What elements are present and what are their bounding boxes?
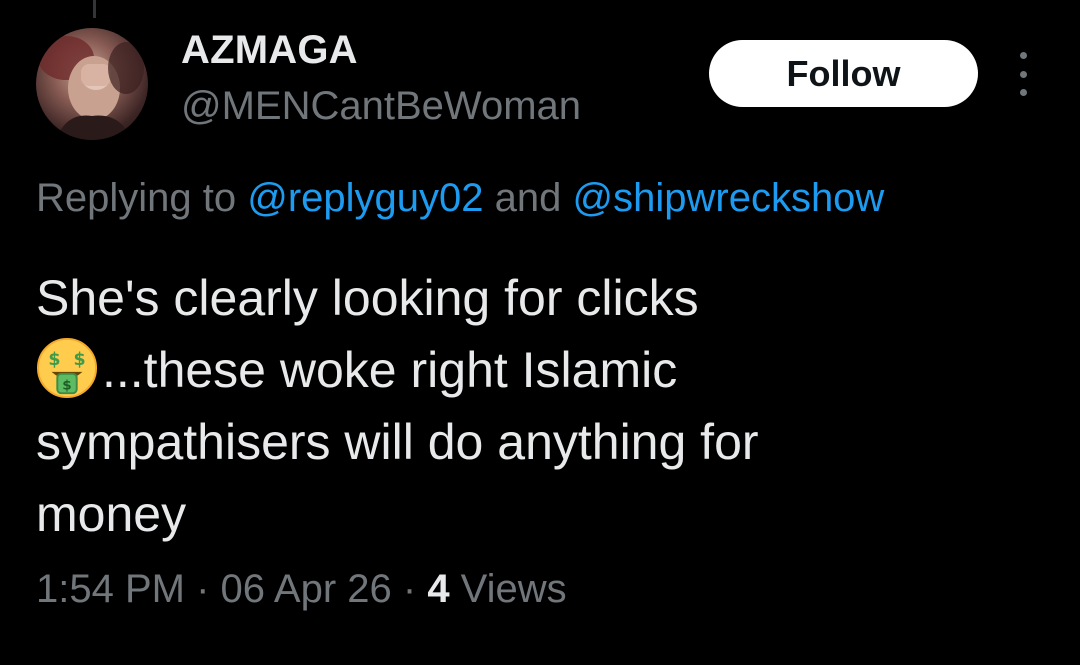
svg-text:$: $ (74, 350, 86, 370)
meta-separator: · (184, 567, 221, 611)
profile-photo-icon (38, 36, 144, 140)
meta-separator: · (391, 567, 428, 611)
follow-button[interactable]: Follow (709, 40, 978, 107)
author-display-name[interactable]: AZMAGA (181, 28, 358, 73)
svg-text:$: $ (48, 350, 60, 370)
tweet-meta: 1:54 PM · 06 Apr 26 · 4 Views (36, 567, 567, 612)
thread-connector-line (93, 0, 96, 18)
tweet-line: money (36, 486, 187, 542)
replying-prefix: Replying to (36, 176, 248, 220)
views-count[interactable]: 4 (427, 567, 449, 611)
tweet-line-text: ...these woke right Islamic (102, 342, 678, 398)
more-dot (1019, 70, 1027, 78)
tweet-line: $ $ $ ...these woke right Islamic (36, 334, 1046, 406)
replying-to-line: Replying to @replyguy02 and @shipwrecksh… (36, 176, 884, 221)
tweet-body: She's clearly looking for clicks $ $ $ .… (36, 262, 1046, 550)
replying-conjunction: and (483, 176, 573, 220)
money-mouth-face-emoji-icon: $ $ $ (36, 337, 98, 399)
avatar[interactable] (36, 28, 148, 140)
tweet-line: She's clearly looking for clicks (36, 270, 699, 326)
more-dot (1019, 52, 1027, 59)
tweet-line: sympathisers will do anything for (36, 414, 759, 470)
mention-link-shipwreckshow[interactable]: @shipwreckshow (573, 176, 885, 220)
more-dot (1019, 89, 1027, 96)
svg-text:$: $ (62, 377, 71, 393)
more-vertical-icon[interactable] (1008, 52, 1038, 96)
mention-link-replyguy02[interactable]: @replyguy02 (247, 176, 483, 220)
tweet-time[interactable]: 1:54 PM (36, 567, 185, 611)
views-label[interactable]: Views (450, 567, 567, 611)
author-handle[interactable]: @MENCantBeWoman (181, 84, 581, 129)
tweet-date[interactable]: 06 Apr 26 (221, 567, 392, 611)
